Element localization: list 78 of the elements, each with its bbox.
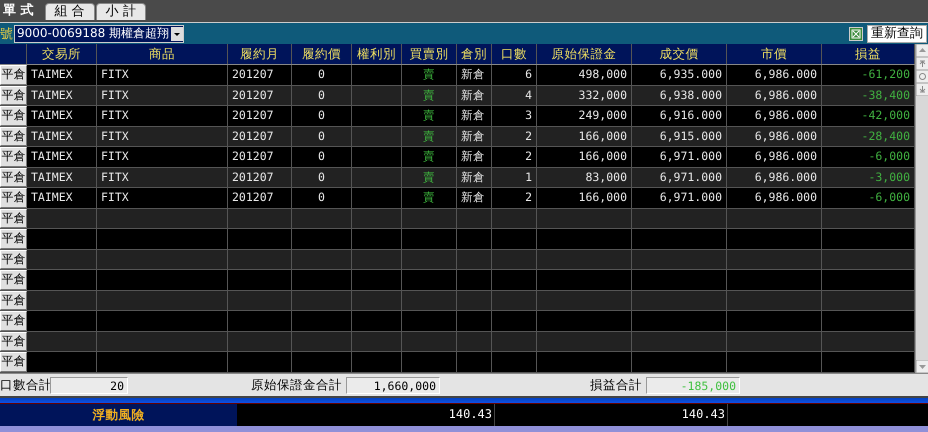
summary-value: -185,000	[646, 376, 740, 394]
table-cell: TAIMEX	[27, 86, 97, 105]
summary-value: 1,660,000	[346, 376, 440, 394]
table-cell: 新倉	[457, 126, 492, 146]
summary-label: 口數合計	[0, 376, 50, 394]
table-cell: 4	[492, 86, 537, 105]
table-cell: -28,400	[822, 126, 915, 146]
close-position-button[interactable]: 平倉	[0, 208, 27, 228]
table-cell: 201207	[228, 168, 292, 187]
account-dropdown[interactable]: 9000-0069188 期權倉超翔	[14, 24, 184, 42]
column-header[interactable]: 倉別	[457, 44, 492, 64]
account-label: 號	[0, 26, 13, 42]
column-header[interactable]: 商品	[97, 44, 228, 64]
table-cell: 新倉	[457, 168, 492, 187]
close-position-button[interactable]: 平倉	[0, 229, 27, 248]
close-position-button[interactable]: 平倉	[0, 86, 27, 105]
column-header[interactable]: 口數	[492, 44, 537, 64]
scroll-bottom-icon[interactable]	[916, 83, 928, 96]
table-cell: 賣	[402, 168, 457, 187]
column-header[interactable]: 買賣別	[402, 44, 457, 64]
scroll-down-icon[interactable]	[916, 360, 928, 373]
close-position-button[interactable]: 平倉	[0, 270, 27, 290]
column-header[interactable]: 履約價	[292, 44, 352, 64]
column-header[interactable]: 市價	[727, 44, 822, 64]
table-cell: 賣	[402, 86, 457, 105]
column-header[interactable]: 交易所	[27, 44, 97, 64]
table-cell: -38,400	[822, 86, 915, 105]
close-position-button[interactable]: 平倉	[0, 250, 27, 269]
scroll-up-icon[interactable]	[916, 44, 928, 57]
close-position-button[interactable]: 平倉	[0, 311, 27, 330]
risk-label: 浮動風險	[0, 404, 237, 426]
table-cell: FITX	[97, 126, 228, 146]
column-header[interactable]: 成交價	[632, 44, 727, 64]
column-header[interactable]: 原始保證金	[537, 44, 632, 64]
table-cell: 166,000	[537, 126, 632, 146]
table-cell: 201207	[228, 126, 292, 146]
table-cell: -3,000	[822, 168, 915, 187]
table-cell: 6,986.000	[727, 86, 822, 105]
table-cell: 6,938.000	[632, 86, 727, 105]
column-header[interactable]: 權利別	[352, 44, 402, 64]
summary-value: 20	[50, 376, 128, 394]
close-position-button[interactable]: 平倉	[0, 126, 27, 146]
scrollbar[interactable]	[915, 44, 928, 373]
close-position-button[interactable]: 平倉	[0, 65, 27, 84]
table-cell: TAIMEX	[27, 126, 97, 146]
table-cell: 201207	[228, 86, 292, 105]
summary-label: 原始保證金合計	[250, 376, 343, 394]
table-cell: 83,000	[537, 168, 632, 187]
column-header[interactable]: 履約月	[228, 44, 292, 64]
close-position-button[interactable]: 平倉	[0, 106, 27, 126]
table-cell: 6,986.000	[727, 126, 822, 146]
close-position-button[interactable]: 平倉	[0, 290, 27, 310]
table-cell: FITX	[97, 168, 228, 187]
table-cell: 0	[292, 168, 352, 187]
scroll-circle-icon[interactable]	[916, 70, 928, 83]
close-position-button[interactable]: 平倉	[0, 188, 27, 208]
table-cell: 2	[492, 126, 537, 146]
close-position-button[interactable]: 平倉	[0, 147, 27, 166]
table-cell: 332,000	[537, 86, 632, 105]
table-cell: 6,915.000	[632, 126, 727, 146]
tab[interactable]: 小 計	[96, 3, 146, 20]
close-position-button[interactable]: 平倉	[0, 352, 27, 372]
tab[interactable]: 組 合	[44, 3, 95, 20]
table-cell: 0	[292, 86, 352, 105]
scroll-top-icon[interactable]	[916, 57, 928, 70]
close-position-button[interactable]: 平倉	[0, 168, 27, 187]
table-cell: TAIMEX	[27, 168, 97, 187]
close-position-button[interactable]: 平倉	[0, 332, 27, 351]
refresh-button[interactable]: 重新查詢	[867, 24, 927, 42]
table-cell: FITX	[97, 86, 228, 105]
export-icon[interactable]	[849, 26, 863, 40]
table-cell: 6,971.000	[632, 168, 727, 187]
table-cell: 6,986.000	[727, 168, 822, 187]
table-cell: 1	[492, 168, 537, 187]
table-cell: 新倉	[457, 86, 492, 105]
summary-label: 損益合計	[589, 376, 643, 394]
table-cell: 賣	[402, 126, 457, 146]
table-cell: 0	[292, 126, 352, 146]
